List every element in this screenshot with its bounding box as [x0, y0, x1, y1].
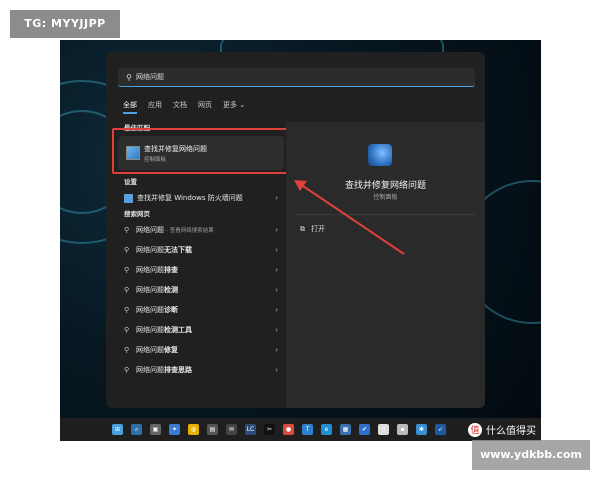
star-icon[interactable]: ✱ — [416, 424, 427, 435]
remote-icon[interactable]: ▤ — [207, 424, 218, 435]
check-icon[interactable]: ✔ — [359, 424, 370, 435]
search-icon[interactable]: ⌕ — [131, 424, 142, 435]
brand-logo-icon: 值 — [468, 422, 482, 437]
brand-watermark: 值 什么值得买 — [468, 422, 536, 437]
chat-icon[interactable]: ✉ — [226, 424, 237, 435]
edge-icon[interactable]: e — [321, 424, 332, 435]
capcut-icon[interactable]: ✂ — [264, 424, 275, 435]
file-icon[interactable]: ▯ — [378, 424, 389, 435]
brand-text: 什么值得买 — [486, 426, 536, 437]
task-view-icon[interactable]: ▣ — [150, 424, 161, 435]
translate-icon[interactable]: T — [302, 424, 313, 435]
site-watermark: www.ydkbb.com — [472, 440, 590, 470]
red-arrow-annotation — [294, 180, 405, 255]
feather-icon[interactable]: ➶ — [435, 424, 446, 435]
pin-icon[interactable]: ▪ — [397, 424, 408, 435]
windows-start-icon[interactable]: ⊞ — [112, 424, 123, 435]
chrome-icon[interactable]: ● — [283, 424, 294, 435]
feishu-icon[interactable]: ✦ — [169, 424, 180, 435]
calendar-icon[interactable]: ▦ — [340, 424, 351, 435]
lc-icon[interactable]: LC — [245, 424, 256, 435]
notes-icon[interactable]: ◍ — [188, 424, 199, 435]
